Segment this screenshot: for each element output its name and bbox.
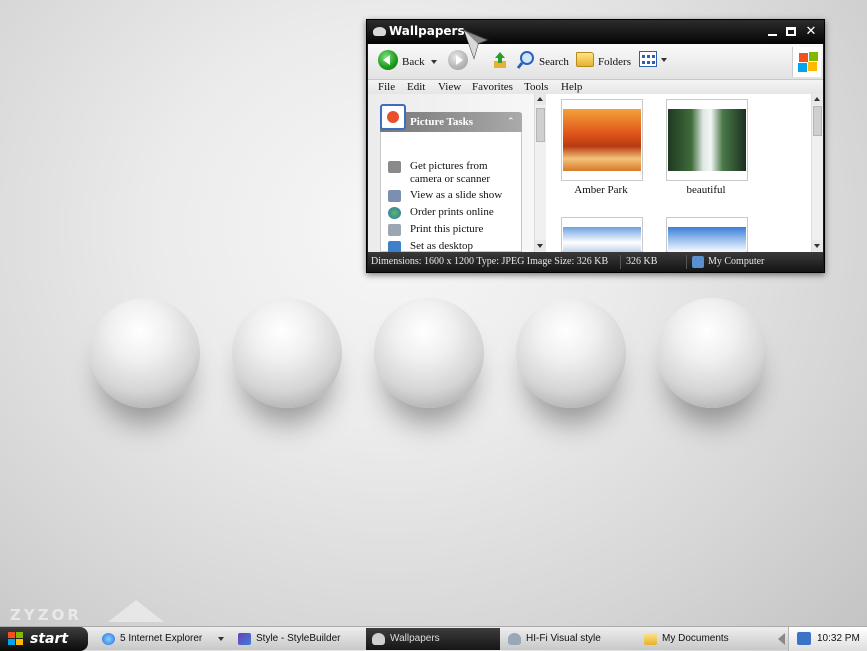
- taskbar-button-my-documents[interactable]: My Documents: [638, 628, 772, 650]
- cloud-icon: [372, 633, 385, 645]
- ie-icon: [102, 633, 115, 645]
- scroll-thumb[interactable]: [536, 108, 545, 142]
- file-name-label[interactable]: Amber Park: [551, 184, 651, 196]
- sphere-1: [90, 298, 200, 408]
- back-arrow-icon[interactable]: [378, 50, 398, 70]
- task-order-prints[interactable]: Order prints online: [388, 206, 518, 219]
- start-label: start: [30, 631, 69, 647]
- content-area: Picture Tasks ⌃ Get pictures from camera…: [368, 94, 823, 265]
- taskbar-button-internet-explorer[interactable]: 5 Internet Explorer: [96, 628, 228, 650]
- views-dropdown-icon[interactable]: [661, 58, 667, 62]
- title-bar[interactable]: Wallpapers ✕: [367, 20, 824, 44]
- globe-icon: [388, 207, 401, 219]
- window-title: Wallpapers: [389, 24, 465, 38]
- scroll-thumb[interactable]: [813, 106, 822, 136]
- watermark-text: ZYZOR: [10, 606, 82, 624]
- picture-tasks-icon: [380, 104, 406, 130]
- status-location: My Computer: [708, 256, 765, 267]
- group-dropdown-icon[interactable]: [218, 637, 224, 641]
- back-label: Back: [402, 56, 425, 68]
- watermark-logo: [108, 600, 164, 622]
- computer-icon: [692, 256, 704, 268]
- views-icon[interactable]: [639, 51, 657, 67]
- thumbnail-winter-2[interactable]: [666, 217, 748, 253]
- maximize-icon: [786, 27, 796, 36]
- task-print-picture[interactable]: Print this picture: [388, 223, 518, 236]
- menu-file[interactable]: File: [378, 80, 395, 94]
- sphere-5: [657, 298, 767, 408]
- toolbar: Back Search Folders: [368, 44, 823, 80]
- task-slideshow[interactable]: View as a slide show: [388, 189, 518, 202]
- system-tray: 10:32 PM: [788, 627, 867, 651]
- minimize-icon: [767, 34, 777, 36]
- windows-flag-icon: [8, 632, 24, 646]
- status-separator: [620, 255, 621, 269]
- folders-icon[interactable]: [576, 52, 594, 67]
- winter-image: [563, 227, 641, 253]
- scroll-up-arrow-icon[interactable]: [535, 94, 546, 105]
- network-icon[interactable]: [797, 632, 811, 645]
- scroll-up-arrow-icon[interactable]: [812, 94, 823, 105]
- cloud-icon: [508, 633, 521, 645]
- sphere-3: [374, 298, 484, 408]
- menu-bar: File Edit View Favorites Tools Help: [368, 80, 823, 94]
- scroll-down-arrow-icon[interactable]: [535, 240, 546, 251]
- menu-view[interactable]: View: [438, 80, 461, 94]
- back-button[interactable]: Back: [402, 53, 437, 73]
- thumbnail-amber-park[interactable]: [561, 99, 643, 181]
- task-pane-scrollbar[interactable]: [534, 94, 546, 252]
- printer-icon: [388, 224, 401, 236]
- content-scrollbar[interactable]: [811, 94, 823, 252]
- maximize-button[interactable]: [782, 23, 800, 41]
- cloud-icon: [373, 27, 386, 36]
- up-folder-icon[interactable]: [492, 51, 508, 69]
- thumbnail-winter-1[interactable]: [561, 217, 643, 253]
- status-bar: Dimensions: 1600 x 1200 Type: JPEG Image…: [368, 252, 823, 272]
- back-dropdown-icon[interactable]: [430, 60, 437, 65]
- taskbar-button-stylebuilder[interactable]: Style - StyleBuilder: [232, 628, 364, 650]
- collapse-chevron-icon[interactable]: ⌃: [507, 117, 515, 127]
- folders-button[interactable]: Folders: [598, 53, 631, 73]
- menu-favorites[interactable]: Favorites: [472, 80, 513, 94]
- clock[interactable]: 10:32 PM: [817, 627, 860, 651]
- camera-icon: [388, 161, 401, 173]
- winter-image: [668, 227, 746, 253]
- menu-edit[interactable]: Edit: [407, 80, 425, 94]
- thumbnail-beautiful[interactable]: [666, 99, 748, 181]
- menu-tools[interactable]: Tools: [524, 80, 548, 94]
- close-button[interactable]: ✕: [802, 23, 820, 41]
- taskbar-button-wallpapers[interactable]: Wallpapers: [366, 628, 500, 650]
- search-button[interactable]: Search: [539, 53, 569, 73]
- menu-help[interactable]: Help: [561, 80, 582, 94]
- documents-icon: [644, 633, 657, 645]
- show-hidden-icons-arrow-icon[interactable]: [778, 633, 785, 645]
- minimize-button[interactable]: [763, 23, 781, 41]
- beautiful-image: [668, 109, 746, 171]
- explorer-window[interactable]: Wallpapers ✕ Back Search Folders File Ed…: [366, 19, 825, 273]
- status-separator: [686, 255, 687, 269]
- scroll-down-arrow-icon[interactable]: [812, 240, 823, 251]
- slideshow-icon: [388, 190, 401, 202]
- search-icon[interactable]: [516, 50, 536, 70]
- taskbar: start 5 Internet Explorer Style - StyleB…: [0, 626, 867, 651]
- file-name-label[interactable]: beautiful: [656, 184, 756, 196]
- cursor-icon: [463, 29, 490, 60]
- sphere-2: [232, 298, 342, 408]
- status-size: 326 KB: [626, 256, 658, 267]
- taskbar-button-hifi-visual-style[interactable]: HI-Fi Visual style: [502, 628, 636, 650]
- amber-park-image: [563, 109, 641, 171]
- start-button[interactable]: start: [0, 627, 88, 651]
- windows-logo-icon: [792, 47, 821, 77]
- task-pane: Picture Tasks ⌃ Get pictures from camera…: [368, 94, 534, 265]
- sphere-4: [516, 298, 626, 408]
- stylebuilder-icon: [238, 633, 251, 645]
- status-details: Dimensions: 1600 x 1200 Type: JPEG Image…: [371, 256, 609, 267]
- task-get-pictures[interactable]: Get pictures from camera or scanner: [388, 160, 518, 186]
